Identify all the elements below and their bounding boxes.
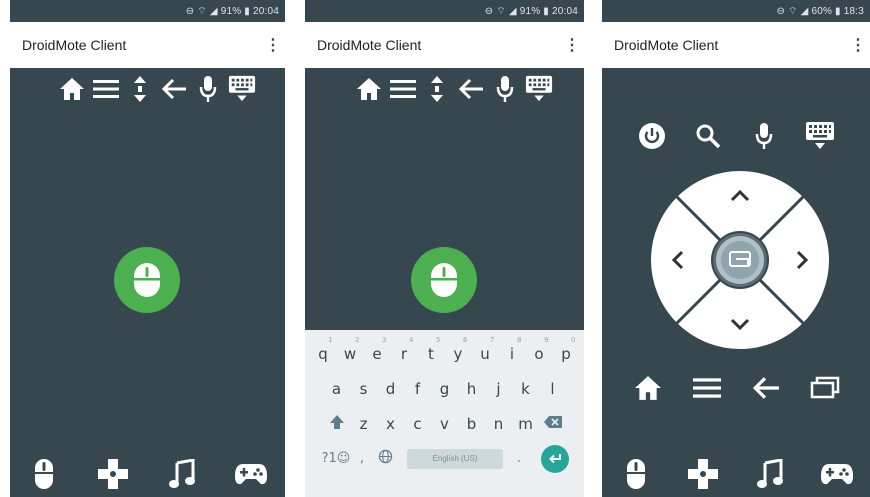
- home-icon[interactable]: [355, 73, 383, 105]
- recents-icon[interactable]: [807, 370, 843, 406]
- mouse-button[interactable]: [411, 247, 477, 313]
- keyboard-icon[interactable]: [228, 73, 256, 105]
- key-l[interactable]: l: [539, 380, 566, 398]
- key-v[interactable]: v: [431, 415, 458, 433]
- key-r[interactable]: 4r: [391, 336, 418, 363]
- screen-remote-dpad: ⊖ ⌔ ◢ 60% ▮ 18:3 DroidMote Client ⋮: [602, 0, 870, 497]
- keyboard-row-2: a s d f g h j k l: [305, 371, 584, 406]
- key-o[interactable]: 9o: [526, 336, 553, 363]
- status-bar: ⊖ ⌔ ◢ 91% ▮ 20:04: [10, 0, 285, 22]
- status-bar: ⊖ ⌔ ◢ 91% ▮ 20:04: [305, 0, 584, 22]
- mouse-icon: [134, 263, 160, 297]
- app-bar: DroidMote Client ⋮: [305, 22, 584, 68]
- key-w[interactable]: 2w: [337, 336, 364, 363]
- dpad-icon[interactable]: [96, 457, 130, 491]
- music-icon[interactable]: [753, 457, 787, 491]
- key-h[interactable]: h: [458, 380, 485, 398]
- menu-icon[interactable]: [689, 370, 725, 406]
- enter-button[interactable]: [541, 444, 569, 473]
- backspace-icon[interactable]: [539, 415, 566, 433]
- key-a[interactable]: a: [323, 380, 350, 398]
- key-c[interactable]: c: [404, 415, 431, 433]
- screen-remote-mouse: ⊖ ⌔ ◢ 91% ▮ 20:04 DroidMote Client ⋮: [10, 0, 285, 497]
- more-vert-icon[interactable]: ⋮: [560, 35, 584, 55]
- mouse-button[interactable]: [114, 247, 180, 313]
- app-title: DroidMote Client: [317, 37, 422, 53]
- key-t[interactable]: 5t: [418, 336, 445, 363]
- back-icon[interactable]: [160, 73, 188, 105]
- back-icon[interactable]: [457, 73, 485, 105]
- ok-icon[interactable]: [711, 231, 769, 289]
- dpad-icon[interactable]: [686, 457, 720, 491]
- mic-icon[interactable]: [491, 73, 519, 105]
- keyboard-row-3: z x c v b n m: [305, 406, 584, 441]
- key-b[interactable]: b: [458, 415, 485, 433]
- mouse-icon[interactable]: [27, 457, 61, 491]
- top-controls: [602, 118, 870, 154]
- key-period[interactable]: .: [511, 451, 527, 466]
- mouse-icon: [431, 263, 457, 297]
- enter-icon: [549, 453, 561, 463]
- key-z[interactable]: z: [350, 415, 377, 433]
- key-f[interactable]: f: [404, 380, 431, 398]
- soft-keyboard: 1q 2w 3e 4r 5t 6y 7u 8i 9o 0p a s d f g …: [305, 330, 584, 497]
- scroll-icon[interactable]: [423, 73, 451, 105]
- keyboard-icon[interactable]: [802, 118, 838, 154]
- key-comma[interactable]: ,: [352, 451, 372, 466]
- music-icon[interactable]: [165, 457, 199, 491]
- key-u[interactable]: 7u: [472, 336, 499, 363]
- keyboard-row-1: 1q 2w 3e 4r 5t 6y 7u 8i 9o 0p: [305, 336, 584, 371]
- back-icon[interactable]: [748, 370, 784, 406]
- key-x[interactable]: x: [377, 415, 404, 433]
- mic-icon[interactable]: [746, 118, 782, 154]
- shift-icon[interactable]: [323, 414, 350, 434]
- symbols-key[interactable]: ?1☺: [320, 451, 352, 466]
- keyboard-row-4: ?1☺ , English (US) .: [305, 441, 584, 476]
- scroll-icon[interactable]: [126, 73, 154, 105]
- power-icon[interactable]: [634, 118, 670, 154]
- home-icon[interactable]: [630, 370, 666, 406]
- nav-controls: [602, 370, 870, 406]
- key-q[interactable]: 1q: [310, 336, 337, 363]
- mouse-icon[interactable]: [619, 457, 653, 491]
- more-vert-icon[interactable]: ⋮: [261, 35, 285, 55]
- keyboard-icon[interactable]: [525, 73, 553, 105]
- key-p[interactable]: 0p: [553, 336, 580, 363]
- key-e[interactable]: 3e: [364, 336, 391, 363]
- app-bar: DroidMote Client ⋮: [10, 22, 285, 68]
- key-g[interactable]: g: [431, 380, 458, 398]
- control-toolbar: [355, 73, 553, 105]
- bottom-nav: [10, 451, 285, 497]
- key-m[interactable]: m: [512, 415, 539, 433]
- menu-icon[interactable]: [389, 73, 417, 105]
- app-title: DroidMote Client: [614, 37, 719, 53]
- gamepad-icon[interactable]: [234, 457, 268, 491]
- more-vert-icon[interactable]: ⋮: [846, 35, 870, 55]
- key-y[interactable]: 6y: [445, 336, 472, 363]
- globe-icon[interactable]: [372, 449, 399, 468]
- key-i[interactable]: 8i: [499, 336, 526, 363]
- control-toolbar: [58, 73, 256, 105]
- app-title: DroidMote Client: [22, 37, 127, 53]
- key-j[interactable]: j: [485, 380, 512, 398]
- bottom-nav: [602, 451, 870, 497]
- key-s[interactable]: s: [350, 380, 377, 398]
- screen-remote-keyboard: ⊖ ⌔ ◢ 91% ▮ 20:04 DroidMote Client ⋮ 1q …: [305, 0, 584, 497]
- gamepad-icon[interactable]: [820, 457, 854, 491]
- key-d[interactable]: d: [377, 380, 404, 398]
- key-k[interactable]: k: [512, 380, 539, 398]
- status-bar: ⊖ ⌔ ◢ 60% ▮ 18:3: [602, 0, 870, 22]
- key-n[interactable]: n: [485, 415, 512, 433]
- dpad-control: [649, 169, 831, 351]
- space-bar[interactable]: English (US): [407, 448, 503, 469]
- app-bar: DroidMote Client ⋮: [602, 22, 870, 68]
- search-icon[interactable]: [690, 118, 726, 154]
- mic-icon[interactable]: [194, 73, 222, 105]
- home-icon[interactable]: [58, 73, 86, 105]
- menu-icon[interactable]: [92, 73, 120, 105]
